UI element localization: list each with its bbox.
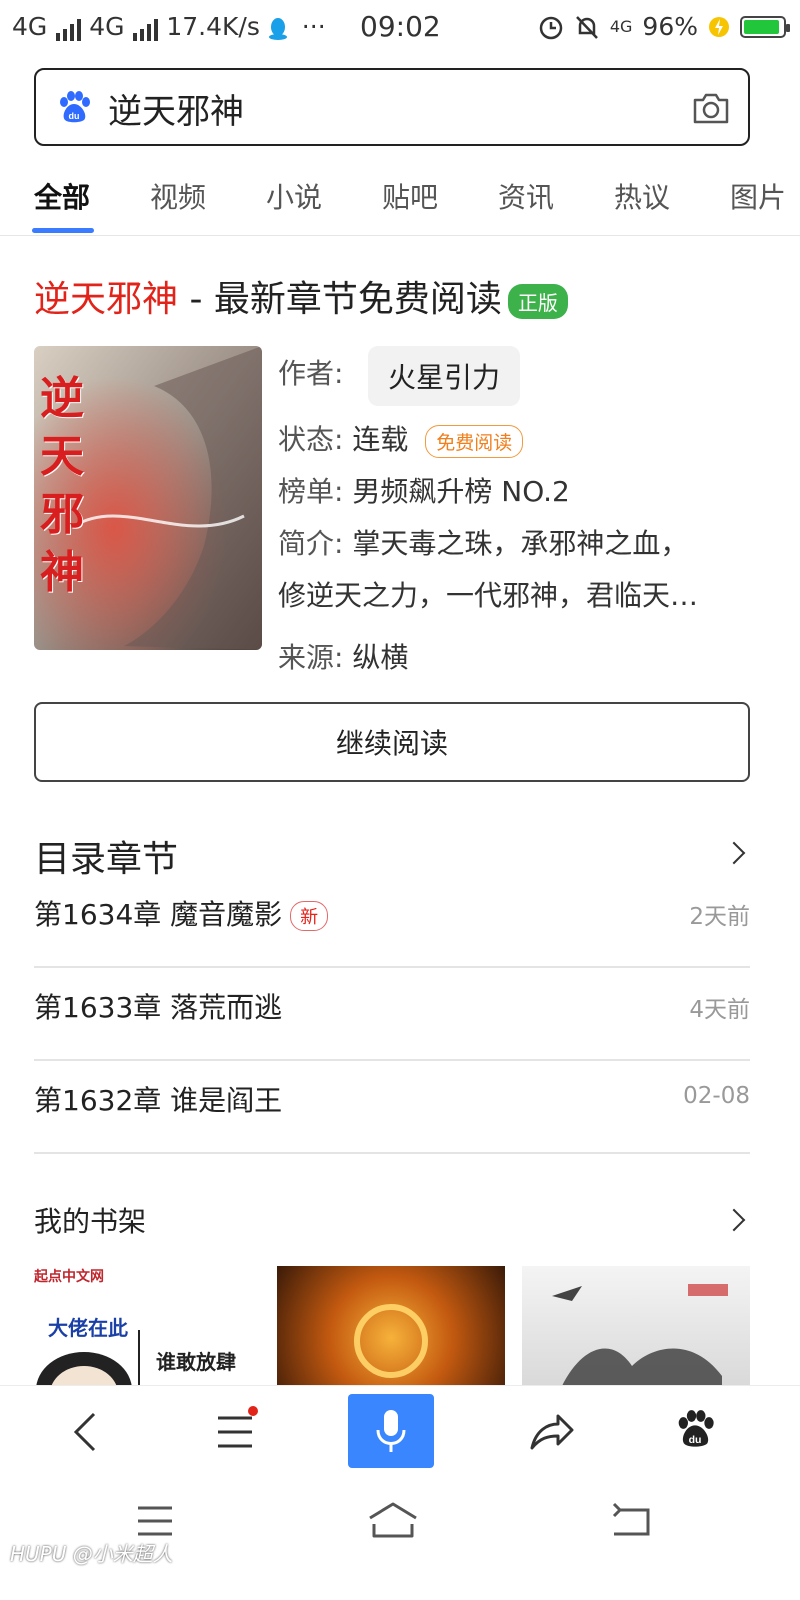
search-box[interactable]: du 逆天邪神 <box>34 68 750 146</box>
battery-percent: 96% <box>642 12 698 41</box>
share-icon[interactable] <box>528 1410 574 1452</box>
chapter-title: 第1634章 魔音魔影 <box>34 898 283 931</box>
chapter-title: 第1633章 落荒而逃 <box>34 991 283 1024</box>
cover-title: 逆天邪神 <box>40 373 84 598</box>
active-tab-indicator <box>32 228 94 233</box>
author-link[interactable]: 火星引力 <box>368 346 521 406</box>
camera-icon[interactable] <box>692 90 730 126</box>
tab-news[interactable]: 资讯 <box>498 176 554 216</box>
divider <box>138 1330 140 1386</box>
chapter-row[interactable]: 第1633章 落荒而逃 4天前 <box>34 968 750 1061</box>
tab-images[interactable]: 图片 <box>730 176 786 216</box>
chapter-row[interactable]: 第1634章 魔音魔影新 2天前 <box>34 875 750 968</box>
tab-discuss[interactable]: 热议 <box>614 176 670 216</box>
svg-text:du: du <box>69 111 80 121</box>
recent-apps-icon[interactable] <box>136 1504 174 1538</box>
book-art-icon <box>552 1284 728 1386</box>
shelf-book-1[interactable]: 起点中文网 大佬在此 谁敢放肆 <box>34 1266 262 1386</box>
network-type-1: 4G <box>12 12 48 41</box>
divider <box>0 235 800 236</box>
back-arrow-icon[interactable] <box>68 1410 104 1454</box>
fire-ring-icon <box>354 1304 428 1378</box>
status-value: 连载 <box>352 423 409 456</box>
microphone-icon <box>376 1410 406 1452</box>
shelf-book-2[interactable] <box>277 1266 505 1386</box>
divider <box>34 1152 750 1154</box>
result-title[interactable]: 逆天邪神 - 最新章节免费阅读 正版 <box>34 270 568 322</box>
status-icons: 4G 96% <box>538 12 790 41</box>
alarm-icon <box>539 16 563 39</box>
back-nav-icon[interactable] <box>610 1502 652 1538</box>
chevron-right-icon[interactable] <box>722 841 746 865</box>
tab-all[interactable]: 全部 <box>34 176 90 216</box>
search-query[interactable]: 逆天邪神 <box>108 84 244 133</box>
book-tagline: 谁敢放肆 <box>156 1350 236 1374</box>
watermark: HUPU @小米超人 <box>10 1542 173 1566</box>
free-read-badge: 免费阅读 <box>425 424 524 458</box>
official-badge: 正版 <box>507 283 568 319</box>
network-info: 4G 4G 17.4K/s ··· <box>12 12 326 41</box>
book-cover[interactable]: 逆天邪神 <box>34 346 262 650</box>
menu-icon[interactable] <box>214 1404 258 1454</box>
tab-tieba[interactable]: 贴吧 <box>382 176 438 216</box>
qq-icon <box>268 18 287 40</box>
author-label: 作者: <box>278 357 344 390</box>
svg-text:du: du <box>689 1434 702 1446</box>
tab-video[interactable]: 视频 <box>150 176 206 216</box>
title-highlight: 逆天邪神 <box>34 279 179 320</box>
signal-icon <box>56 19 82 41</box>
clock: 09:02 <box>360 10 441 43</box>
shelf-book-3[interactable] <box>522 1266 750 1386</box>
meme-face-icon <box>36 1352 132 1386</box>
title-rest: - 最新章节免费阅读 <box>178 279 502 320</box>
more-dots: ··· <box>301 12 326 41</box>
chapter-time: 2天前 <box>689 904 750 930</box>
rank-value: 男频飙升榜 NO.2 <box>352 475 570 508</box>
continue-reading-button[interactable]: 继续阅读 <box>34 702 750 782</box>
net-speed: 17.4K/s <box>166 12 260 41</box>
rank-row[interactable]: 榜单: 男频飙升榜 NO.2 <box>278 470 570 510</box>
baidu-paw-icon: du <box>60 91 90 123</box>
mute-bell-icon <box>575 15 598 39</box>
chapter-time: 02-08 <box>683 1083 750 1109</box>
network-type-2: 4G <box>89 12 125 41</box>
intro-row: 简介: 掌天毒之珠，承邪神之血， <box>278 527 689 560</box>
chapter-title: 第1632章 谁是阎王 <box>34 1084 283 1117</box>
intro-line-2: 修逆天之力，一代邪神，君临天… <box>278 579 699 612</box>
bookshelf-title[interactable]: 我的书架 <box>34 1200 146 1240</box>
book-tagline: 大佬在此 <box>48 1316 128 1340</box>
chevron-right-icon[interactable] <box>722 1208 746 1232</box>
signal-icon <box>133 19 159 41</box>
home-icon[interactable] <box>366 1500 420 1540</box>
new-badge: 新 <box>290 901 329 931</box>
battery-icon <box>740 15 790 38</box>
intro-line-1: 掌天毒之珠，承邪神之血， <box>352 527 689 560</box>
lte-icon: 4G <box>609 16 633 36</box>
status-bar: 4G 4G 17.4K/s ··· 09:02 4G 96% <box>0 0 800 56</box>
source-value: 纵横 <box>352 641 409 674</box>
tab-novel[interactable]: 小说 <box>266 176 322 216</box>
charging-icon <box>709 16 729 37</box>
voice-search-button[interactable] <box>348 1394 434 1468</box>
chapter-time: 4天前 <box>689 997 750 1023</box>
status-row: 状态: 连载 免费阅读 <box>278 418 524 458</box>
chapter-row[interactable]: 第1632章 谁是阎王 02-08 <box>34 1061 750 1154</box>
source-row: 来源: 纵横 <box>278 641 409 674</box>
baidu-home-icon[interactable]: du <box>674 1408 716 1452</box>
publisher-logo: 起点中文网 <box>34 1269 104 1285</box>
